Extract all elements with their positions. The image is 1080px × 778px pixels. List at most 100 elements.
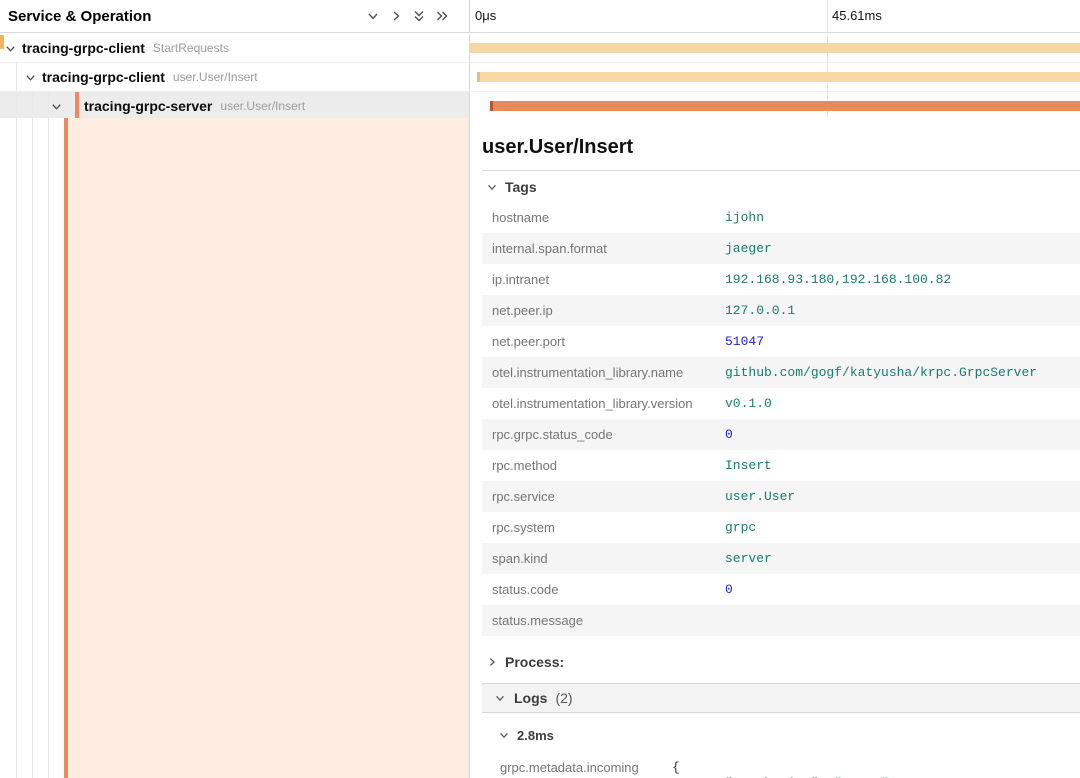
span-bar-cell (470, 63, 1080, 91)
tag-key: status.code (482, 574, 725, 605)
tag-row: status.message (482, 605, 1080, 636)
tag-key: otel.instrumentation_library.version (482, 388, 725, 419)
span-start-cap (477, 72, 480, 82)
span-detail-indent (0, 118, 470, 778)
span-duration-bar[interactable] (490, 101, 1080, 111)
process-label: Process: (505, 654, 564, 670)
tag-value: github.com/gogf/katyusha/krpc.GrpcServer (725, 357, 1080, 388)
service-name: tracing-grpc-client (42, 69, 165, 85)
log-entry-header[interactable]: 2.8ms (482, 724, 1080, 746)
tag-row: otel.instrumentation_library.namegithub.… (482, 357, 1080, 388)
tag-value: 0 (725, 419, 1080, 450)
tag-value: 0 (725, 574, 1080, 605)
chevron-right-icon (486, 656, 498, 668)
tag-row: otel.instrumentation_library.versionv0.1… (482, 388, 1080, 419)
tags-table: hostnameijohn internal.span.formatjaeger… (482, 202, 1080, 636)
indent-guide (16, 118, 17, 778)
indent-guide (16, 92, 17, 120)
timeline-ruler[interactable]: 0μs 45.61ms (470, 0, 1080, 32)
tag-value: 51047 (725, 326, 1080, 357)
chevron-down-icon (498, 729, 510, 741)
json-brace: { (672, 760, 680, 775)
span-name-cell[interactable]: tracing-grpc-client user.User/Insert (0, 63, 470, 91)
tag-row: internal.span.formatjaeger (482, 233, 1080, 264)
log-field-key: grpc.metadata.incoming (482, 760, 672, 778)
tag-row: ip.intranet192.168.93.180,192.168.100.82 (482, 264, 1080, 295)
collapse-one-icon[interactable] (366, 9, 380, 23)
tag-row: net.peer.port51047 (482, 326, 1080, 357)
expand-collapse-controls (366, 9, 449, 23)
span-color-indicator (0, 35, 4, 49)
span-detail-backdrop (68, 118, 469, 778)
logs-label: Logs (514, 690, 547, 706)
tag-key: rpc.system (482, 512, 725, 543)
tag-key: hostname (482, 202, 725, 233)
span-bar-cell (470, 34, 1080, 62)
chevron-down-icon (494, 692, 506, 704)
chevron-down-icon (486, 181, 498, 193)
span-color-bar (75, 92, 79, 120)
expand-all-icon[interactable] (435, 9, 449, 23)
service-name: tracing-grpc-client (22, 40, 145, 56)
span-duration-bar[interactable] (477, 72, 1080, 82)
tag-key: rpc.grpc.status_code (482, 419, 725, 450)
tag-key: span.kind (482, 543, 725, 574)
tag-row: rpc.methodInsert (482, 450, 1080, 481)
tags-accordion-header[interactable]: Tags (482, 170, 1080, 202)
indent-guide (32, 118, 33, 778)
tag-key: rpc.method (482, 450, 725, 481)
tag-value: v0.1.0 (725, 388, 1080, 419)
tag-value: grpc (725, 512, 1080, 543)
tag-key: ip.intranet (482, 264, 725, 295)
log-timestamp: 2.8ms (517, 728, 554, 743)
tag-value: Insert (725, 450, 1080, 481)
tag-value: user.User (725, 481, 1080, 512)
span-row-root[interactable]: tracing-grpc-client StartRequests (0, 34, 1080, 63)
span-detail-title: user.User/Insert (482, 136, 1080, 159)
json-open-brace: { (672, 760, 897, 776)
chevron-down-icon[interactable] (4, 42, 17, 55)
tag-row: rpc.systemgrpc (482, 512, 1080, 543)
ruler-gridline (827, 0, 828, 32)
tag-key: net.peer.ip (482, 295, 725, 326)
chevron-down-icon[interactable] (24, 71, 37, 84)
operation-name: StartRequests (153, 41, 229, 55)
tag-row: hostnameijohn (482, 202, 1080, 233)
tag-value: 192.168.93.180,192.168.100.82 (725, 264, 1080, 295)
span-rows: tracing-grpc-client StartRequests tracin… (0, 34, 1080, 121)
service-operation-title: Service & Operation (8, 8, 151, 25)
logs-count: (2) (555, 690, 572, 706)
service-name: tracing-grpc-server (84, 98, 212, 114)
tag-value: 127.0.0.1 (725, 295, 1080, 326)
span-name-cell[interactable]: tracing-grpc-server user.User/Insert (0, 92, 470, 120)
process-accordion-header[interactable]: Process: (482, 650, 1080, 674)
indent-guide (48, 118, 49, 778)
tag-key: otel.instrumentation_library.name (482, 357, 725, 388)
timeline-header: Service & Operation 0μs 45.61ms (0, 0, 1080, 33)
span-detail-panel: user.User/Insert Tags hostnameijohn inte… (470, 118, 1080, 778)
tag-key: internal.span.format (482, 233, 725, 264)
span-detail-row: user.User/Insert Tags hostnameijohn inte… (0, 118, 1080, 778)
span-row-server-insert[interactable]: tracing-grpc-server user.User/Insert (0, 92, 1080, 121)
logs-accordion-header[interactable]: Logs (2) (482, 683, 1080, 713)
tag-value: server (725, 543, 1080, 574)
tag-key: status.message (482, 605, 725, 636)
span-row-client-insert[interactable]: tracing-grpc-client user.User/Insert (0, 63, 1080, 92)
span-bar-cell (470, 92, 1080, 120)
log-field-value: { ":authority": ":8000", "baggage": "uid… (672, 760, 897, 778)
tag-row: rpc.grpc.status_code0 (482, 419, 1080, 450)
trace-timeline-view: Service & Operation 0μs 45.61ms (0, 0, 1080, 778)
collapse-all-icon[interactable] (412, 9, 426, 23)
service-operation-header: Service & Operation (0, 0, 470, 32)
log-field-row: grpc.metadata.incoming { ":authority": "… (482, 760, 1080, 778)
indent-guide (48, 92, 49, 120)
operation-name: user.User/Insert (173, 70, 258, 84)
span-duration-bar[interactable] (470, 43, 1080, 53)
tag-row: rpc.serviceuser.User (482, 481, 1080, 512)
tag-row: span.kindserver (482, 543, 1080, 574)
chevron-down-icon[interactable] (50, 100, 63, 113)
span-name-cell[interactable]: tracing-grpc-client StartRequests (0, 34, 470, 62)
tag-value (725, 605, 1080, 636)
expand-one-icon[interactable] (389, 9, 403, 23)
tag-value: jaeger (725, 233, 1080, 264)
